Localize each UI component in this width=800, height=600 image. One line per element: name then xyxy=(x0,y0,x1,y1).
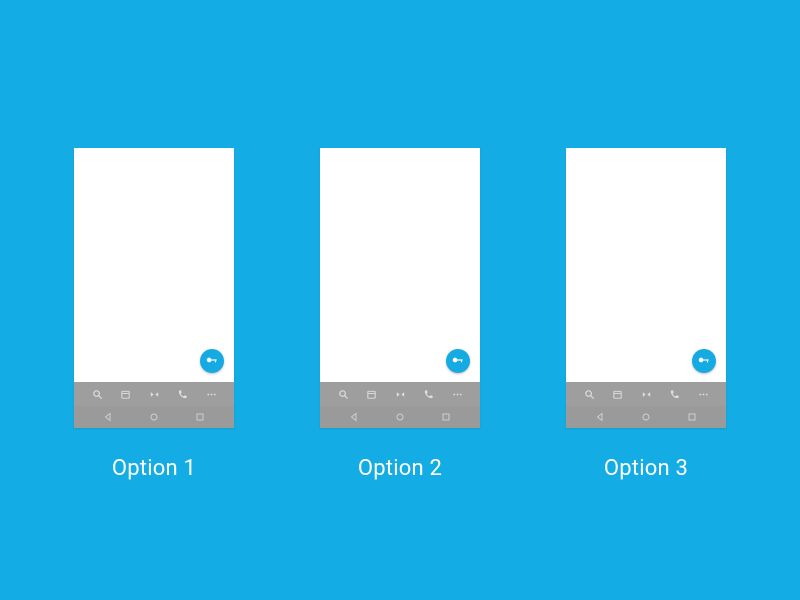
bowtie-icon[interactable] xyxy=(641,389,652,400)
home-icon[interactable] xyxy=(394,411,406,423)
search-icon[interactable] xyxy=(92,389,103,400)
option-3: Option 3 xyxy=(566,148,726,481)
back-icon[interactable] xyxy=(594,411,606,423)
phone-mockup xyxy=(74,148,234,428)
bowtie-icon[interactable] xyxy=(149,389,160,400)
calendar-icon[interactable] xyxy=(366,389,377,400)
option-label: Option 2 xyxy=(358,456,442,481)
phone-icon[interactable] xyxy=(423,389,434,400)
calendar-icon[interactable] xyxy=(120,389,131,400)
option-1: Option 1 xyxy=(74,148,234,481)
option-label: Option 1 xyxy=(112,456,196,481)
recent-icon[interactable] xyxy=(194,411,206,423)
android-nav-bar xyxy=(566,406,726,428)
fab-key-button[interactable] xyxy=(692,349,716,373)
back-icon[interactable] xyxy=(102,411,114,423)
home-icon[interactable] xyxy=(640,411,652,423)
search-icon[interactable] xyxy=(584,389,595,400)
more-icon[interactable] xyxy=(452,389,463,400)
recent-icon[interactable] xyxy=(440,411,452,423)
phone-mockup xyxy=(320,148,480,428)
phone-mockup xyxy=(566,148,726,428)
fab-key-button[interactable] xyxy=(446,349,470,373)
app-tab-bar xyxy=(566,382,726,406)
app-tab-bar xyxy=(74,382,234,406)
android-nav-bar xyxy=(320,406,480,428)
fab-key-button[interactable] xyxy=(200,349,224,373)
bowtie-icon[interactable] xyxy=(395,389,406,400)
options-row: Option 1 Option 2 xyxy=(0,148,800,481)
key-icon xyxy=(697,352,711,371)
phone-icon[interactable] xyxy=(177,389,188,400)
search-icon[interactable] xyxy=(338,389,349,400)
calendar-icon[interactable] xyxy=(612,389,623,400)
key-icon xyxy=(451,352,465,371)
phone-icon[interactable] xyxy=(669,389,680,400)
key-icon xyxy=(205,352,219,371)
more-icon[interactable] xyxy=(206,389,217,400)
back-icon[interactable] xyxy=(348,411,360,423)
app-tab-bar xyxy=(320,382,480,406)
option-label: Option 3 xyxy=(604,456,688,481)
recent-icon[interactable] xyxy=(686,411,698,423)
android-nav-bar xyxy=(74,406,234,428)
more-icon[interactable] xyxy=(698,389,709,400)
home-icon[interactable] xyxy=(148,411,160,423)
option-2: Option 2 xyxy=(320,148,480,481)
